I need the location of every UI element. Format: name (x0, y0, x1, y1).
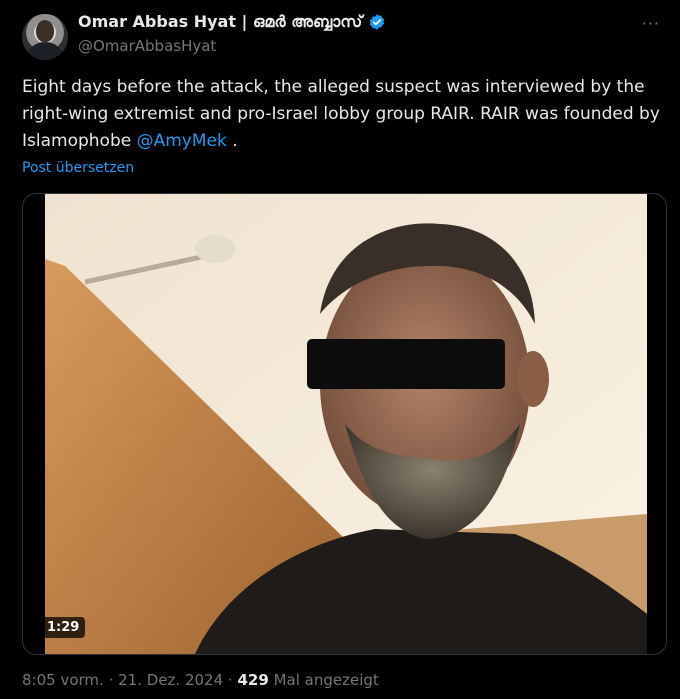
avatar-body (27, 42, 63, 60)
author-display-name[interactable]: Omar Abbas Hyat | ഒമർ അബ്ബാസ് (78, 12, 362, 32)
tweet-text: Eight days before the attack, the allege… (22, 74, 672, 155)
meta-separator: · (227, 671, 233, 689)
video-duration-badge: 1:29 (41, 617, 86, 638)
tweet: Omar Abbas Hyat | ഒമർ അബ്ബാസ് @OmarAbbas… (0, 0, 680, 699)
tweet-text-part1: Eight days before the attack, the allege… (22, 77, 660, 151)
author-handle[interactable]: @OmarAbbasHyat (78, 37, 216, 55)
video-still-image (45, 194, 647, 654)
tweet-meta: 8:05 vorm. · 21. Dez. 2024 · 429 Mal ang… (22, 671, 379, 689)
video-media[interactable]: 1:29 (22, 193, 667, 655)
avatar-face (36, 20, 54, 42)
video-frame (45, 194, 647, 654)
ellipsis-icon: ··· (641, 14, 660, 33)
avatar[interactable] (22, 14, 68, 60)
author-name-row: Omar Abbas Hyat | ഒമർ അബ്ബാസ് (78, 12, 386, 32)
translate-post-link[interactable]: Post übersetzen (22, 160, 134, 176)
mention-link[interactable]: @AmyMek (137, 131, 227, 151)
meta-separator: · (108, 671, 114, 689)
verified-badge-icon (369, 14, 385, 30)
post-time[interactable]: 8:05 vorm. (22, 671, 104, 689)
more-options-button[interactable]: ··· (642, 14, 660, 33)
post-date[interactable]: 21. Dez. 2024 (118, 671, 223, 689)
views-label: Mal angezeigt (273, 671, 379, 689)
views-count: 429 (237, 671, 269, 689)
tweet-text-part2: . (226, 131, 238, 151)
